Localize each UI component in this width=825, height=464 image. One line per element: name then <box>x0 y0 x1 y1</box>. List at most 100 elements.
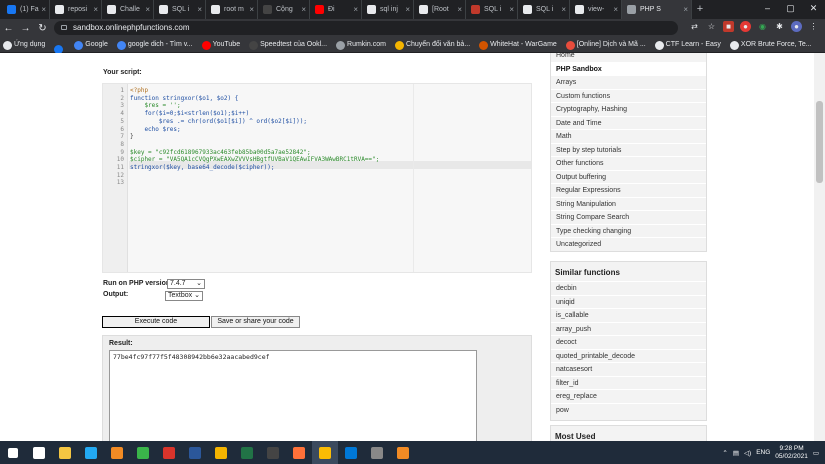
category-link[interactable]: Output buffering <box>551 169 706 184</box>
browser-tab[interactable]: Cộng × <box>258 0 310 19</box>
taskbar-app-sublime-2[interactable] <box>390 441 416 464</box>
tab-close-icon[interactable]: × <box>683 0 688 19</box>
clock[interactable]: 9:28 PM 05/02/2021 <box>775 445 808 461</box>
browser-tab[interactable]: SQL i × <box>518 0 570 19</box>
taskbar-app-firefox[interactable] <box>286 441 312 464</box>
similar-function-link[interactable]: filter_id <box>551 375 706 390</box>
category-link[interactable]: Regular Expressions <box>551 183 706 197</box>
menu-icon[interactable]: ⋮ <box>808 21 819 32</box>
forward-arrow-icon[interactable]: → <box>17 23 34 34</box>
volume-icon[interactable]: ◁) <box>744 449 751 457</box>
category-link[interactable]: Custom functions <box>551 88 706 103</box>
taskbar-app-search[interactable] <box>26 441 52 464</box>
new-tab-icon[interactable]: + <box>692 0 708 19</box>
similar-function-link[interactable]: natcasesort <box>551 362 706 376</box>
bookmark-item[interactable]: Chuyển đổi văn bả... <box>392 41 476 50</box>
tab-close-icon[interactable]: × <box>509 0 514 19</box>
bookmark-item[interactable]: google dich - Tìm v... <box>114 41 199 50</box>
category-link[interactable]: Home <box>551 53 706 62</box>
start-button[interactable] <box>0 441 26 464</box>
browser-tab[interactable]: PHP S × <box>622 0 692 19</box>
tab-close-icon[interactable]: × <box>41 0 46 19</box>
profile-avatar-icon[interactable]: ● <box>791 21 802 32</box>
similar-function-link[interactable]: uniqid <box>551 294 706 309</box>
scrollbar-thumb[interactable] <box>816 101 823 183</box>
output-mode-select[interactable]: Textbox ⌄ <box>165 291 203 301</box>
extension-badge-icon[interactable]: ● <box>740 21 751 32</box>
browser-tab[interactable]: reposi × <box>50 0 102 19</box>
extensions-puzzle-icon[interactable]: ✱ <box>774 21 785 32</box>
minimize-icon[interactable]: – <box>756 0 779 17</box>
browser-tab[interactable]: Đi × <box>310 0 362 19</box>
tab-close-icon[interactable]: × <box>405 0 410 19</box>
similar-function-link[interactable]: ereg_replace <box>551 389 706 403</box>
taskbar-app-app-green[interactable] <box>130 441 156 464</box>
category-link[interactable]: Step by step tutorials <box>551 142 706 157</box>
taskbar-app-word[interactable] <box>182 441 208 464</box>
extension-green-icon[interactable]: ◉ <box>757 21 768 32</box>
bookmark-item[interactable]: CTF Learn - Easy <box>652 41 727 50</box>
taskbar-app-edge[interactable] <box>338 441 364 464</box>
browser-tab[interactable]: [Root × <box>414 0 466 19</box>
taskbar-app-sublime[interactable] <box>104 441 130 464</box>
bookmark-item[interactable]: Google <box>71 41 114 50</box>
reload-icon[interactable]: ↻ <box>34 23 51 34</box>
tab-close-icon[interactable]: × <box>613 0 618 19</box>
bookmark-item[interactable]: Ứng dụng <box>0 41 51 50</box>
similar-function-link[interactable]: quoted_printable_decode <box>551 348 706 363</box>
browser-tab[interactable]: (1) Fa × <box>2 0 50 19</box>
address-bar[interactable]: sandbox.onlinephpfunctions.com <box>54 21 678 35</box>
similar-function-link[interactable]: is_callable <box>551 308 706 322</box>
category-link[interactable]: Other functions <box>551 156 706 170</box>
category-link[interactable]: Uncategorized <box>551 237 706 251</box>
bookmark-item[interactable]: XOR Brute Force, Te... <box>727 41 818 50</box>
category-link[interactable]: Cryptography, Hashing <box>551 102 706 116</box>
php-version-select[interactable]: 7.4.7 ⌄ <box>167 279 205 289</box>
category-link[interactable]: Date and Time <box>551 115 706 130</box>
notification-icon[interactable]: ▭ <box>813 449 819 457</box>
tab-close-icon[interactable]: × <box>197 0 202 19</box>
browser-tab[interactable]: SQL i × <box>154 0 206 19</box>
page-scrollbar[interactable] <box>814 53 825 441</box>
bookmark-item[interactable]: [Online] Dịch và Mã ... <box>563 41 652 50</box>
similar-function-link[interactable]: decoct <box>551 335 706 349</box>
execute-code-button[interactable]: Execute code <box>102 316 210 328</box>
tab-close-icon[interactable]: × <box>561 0 566 19</box>
tab-close-icon[interactable]: × <box>93 0 98 19</box>
browser-tab[interactable]: sql inj × <box>362 0 414 19</box>
star-icon[interactable]: ☆ <box>706 21 717 32</box>
chevron-up-icon[interactable]: ⌃ <box>722 449 727 457</box>
back-arrow-icon[interactable]: ← <box>0 23 17 34</box>
category-link[interactable]: String Manipulation <box>551 196 706 211</box>
translate-icon[interactable]: ⇄ <box>689 21 700 32</box>
category-link[interactable]: Math <box>551 129 706 143</box>
result-output[interactable]: 77be4fc97f77f5f48308942bb6e32aacabed9cef <box>109 350 477 441</box>
similar-function-link[interactable]: decbin <box>551 281 706 295</box>
browser-tab[interactable]: root m × <box>206 0 258 19</box>
category-link[interactable]: Type checking changing <box>551 223 706 238</box>
taskbar-app-vscode[interactable] <box>78 441 104 464</box>
tab-close-icon[interactable]: × <box>301 0 306 19</box>
bookmark-item[interactable]: WhiteHat - WarGame <box>476 41 563 50</box>
taskbar-app-file-explorer[interactable] <box>52 441 78 464</box>
tab-close-icon[interactable]: × <box>457 0 462 19</box>
browser-tab[interactable]: Challe × <box>102 0 154 19</box>
browser-tab[interactable]: SQL i × <box>466 0 518 19</box>
taskbar-app-app-yellow[interactable] <box>208 441 234 464</box>
browser-tab[interactable]: view- × <box>570 0 622 19</box>
bookmark-item[interactable]: Speedtest của Ookl... <box>246 41 333 50</box>
category-link[interactable]: Arrays <box>551 75 706 89</box>
taskbar-app-app-red[interactable] <box>156 441 182 464</box>
similar-function-link[interactable]: array_push <box>551 321 706 336</box>
maximize-icon[interactable]: ▢ <box>779 0 802 17</box>
similar-function-link[interactable]: pow <box>551 402 706 417</box>
tab-close-icon[interactable]: × <box>145 0 150 19</box>
taskbar-app-app-dark[interactable] <box>260 441 286 464</box>
bookmark-item[interactable]: YouTube <box>199 41 247 50</box>
tab-close-icon[interactable]: × <box>353 0 358 19</box>
language-indicator[interactable]: ENG <box>756 449 770 456</box>
taskbar-app-excel[interactable] <box>234 441 260 464</box>
taskbar-app-app-grey[interactable] <box>364 441 390 464</box>
share-code-button[interactable]: Save or share your code <box>211 316 300 328</box>
bookmark-item[interactable]: Rumkin.com <box>333 41 392 50</box>
